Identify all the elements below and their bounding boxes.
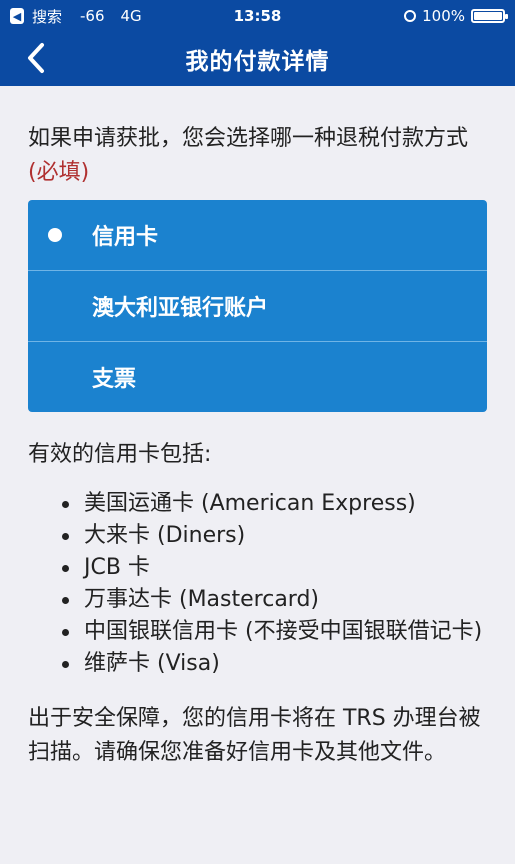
status-time: 13:58 — [233, 7, 282, 25]
navigation-bar: 我的付款详情 — [0, 32, 515, 86]
security-note: 出于安全保障，您的信用卡将在 TRS 办理台被扫描。请确保您准备好信用卡及其他文… — [28, 706, 481, 765]
option-australian-bank-account[interactable]: 澳大利亚银行账户 — [28, 270, 487, 341]
page-title: 我的付款详情 — [185, 49, 330, 75]
valid-cards-list: 美国运通卡 (American Express) 大来卡 (Diners) JC… — [28, 488, 487, 680]
option-label: 支票 — [92, 367, 137, 392]
battery-icon — [471, 9, 508, 23]
radio-selected-icon — [48, 228, 62, 242]
chevron-left-icon — [28, 43, 44, 73]
option-credit-card[interactable]: 信用卡 — [28, 200, 487, 270]
option-label: 信用卡 — [92, 225, 159, 250]
valid-cards-intro: 有效的信用卡包括: — [28, 442, 212, 467]
payment-options: 信用卡 澳大利亚银行账户 支票 — [28, 200, 487, 412]
option-cheque[interactable]: 支票 — [28, 341, 487, 412]
list-item: 中国银联信用卡 (不接受中国银联借记卡) — [62, 616, 487, 648]
list-item: 维萨卡 (Visa) — [62, 648, 487, 680]
question-text: 如果申请获批，您会选择哪一种退税付款方式 — [28, 126, 469, 151]
main-content: 如果申请获批，您会选择哪一种退税付款方式 (必填) 信用卡 澳大利亚银行账户 支… — [0, 86, 515, 770]
list-item: 大来卡 (Diners) — [62, 520, 487, 552]
header: ◀ 搜索 -66 4G 13:58 100% 我的付款详情 — [0, 0, 515, 86]
option-label: 澳大利亚银行账户 — [92, 296, 269, 321]
back-button[interactable] — [18, 40, 54, 76]
list-item: 美国运通卡 (American Express) — [62, 488, 487, 520]
list-item: 万事达卡 (Mastercard) — [62, 584, 487, 616]
payment-question: 如果申请获批，您会选择哪一种退税付款方式 (必填) — [28, 122, 487, 190]
status-bar: ◀ 搜索 -66 4G 13:58 100% — [0, 0, 515, 32]
required-marker: (必填) — [28, 160, 90, 185]
list-item: JCB 卡 — [62, 552, 487, 584]
